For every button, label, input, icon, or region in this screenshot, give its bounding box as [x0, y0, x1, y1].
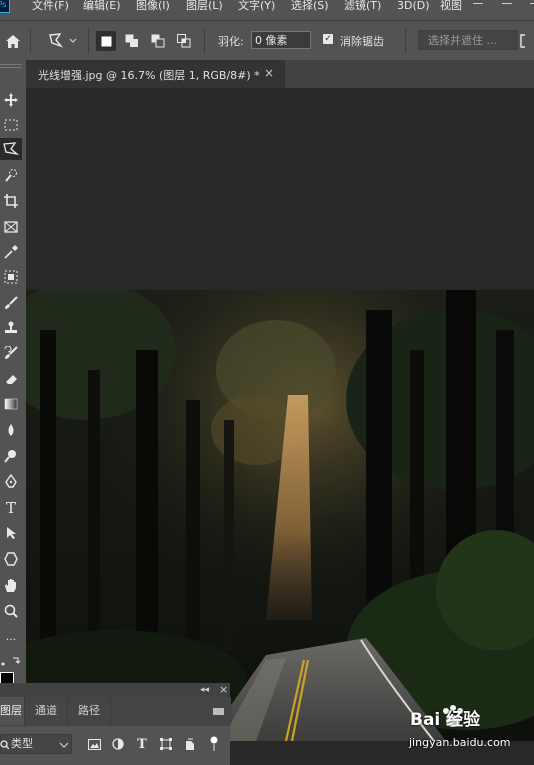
type-layer-filter-icon[interactable]: T — [134, 736, 150, 752]
panel-menu-icon[interactable] — [213, 708, 224, 715]
marquee-tool-icon[interactable] — [0, 114, 22, 136]
baidu-jingyan-watermark: Bai 经验 jingyan.baidu.com — [405, 705, 530, 753]
tab-paths[interactable]: 路径 — [67, 697, 110, 725]
shape-tool-icon[interactable] — [0, 548, 22, 570]
menu-type[interactable]: 文字(Y) — [238, 0, 275, 14]
eraser-tool-icon[interactable] — [0, 368, 22, 390]
feather-label: 羽化: — [218, 35, 244, 48]
document-tab-title: 光线增强.jpg @ 16.7% (图层 1, RGB/8#) * — [38, 69, 260, 82]
watermark-url: jingyan.baidu.com — [409, 736, 511, 749]
smart-object-filter-icon[interactable] — [182, 736, 198, 752]
pixel-layer-filter-icon[interactable] — [86, 736, 102, 752]
gradient-tool-icon[interactable] — [0, 393, 22, 415]
more-tools-icon[interactable]: ... — [0, 626, 22, 648]
layer-filter-row: 类型 T — [0, 725, 230, 762]
anti-alias-checkbox[interactable]: ✓ — [323, 34, 333, 44]
layer-kind-select[interactable]: 类型 — [0, 734, 72, 754]
type-tool-icon[interactable]: T — [0, 497, 22, 519]
forest-road-photo[interactable] — [26, 290, 534, 741]
home-icon[interactable] — [3, 31, 23, 51]
pen-tool-icon[interactable] — [0, 470, 22, 492]
search-icon — [0, 740, 9, 749]
hand-tool-icon[interactable] — [0, 574, 22, 596]
eyedropper-tool-icon[interactable] — [0, 241, 22, 263]
anti-alias-label: 消除锯齿 — [340, 35, 384, 48]
chevron-down-icon — [59, 742, 69, 748]
menu-layer[interactable]: 图层(L) — [186, 0, 223, 14]
dodge-tool-icon[interactable] — [0, 445, 22, 467]
path-selection-tool-icon[interactable] — [0, 522, 22, 544]
quick-selection-tool-icon[interactable] — [0, 164, 22, 186]
clone-stamp-tool-icon[interactable] — [0, 317, 22, 339]
adjustment-layer-filter-icon[interactable] — [110, 736, 126, 752]
separator — [30, 29, 31, 53]
history-brush-tool-icon[interactable] — [0, 342, 22, 364]
menu-view[interactable]: 视图 — [440, 0, 462, 14]
document-tab-bar: 光线增强.jpg @ 16.7% (图层 1, RGB/8#) * × — [26, 60, 534, 88]
separator — [88, 29, 89, 53]
separator — [204, 29, 205, 53]
photoshop-logo: Ps — [0, 0, 10, 13]
move-tool-icon[interactable] — [0, 89, 22, 111]
menu-filter[interactable]: 滤镜(T) — [344, 0, 381, 14]
layer-kind-label: 类型 — [11, 737, 33, 750]
options-bar: 羽化: 0 像素 ✓ 消除锯齿 选择并遮住 ... — [0, 20, 534, 61]
document-tab[interactable]: 光线增强.jpg @ 16.7% (图层 1, RGB/8#) * × — [26, 60, 285, 88]
restore-icon[interactable] — [496, 0, 518, 9]
menu-bar: Ps 文件(F) 编辑(E) 图像(I) 图层(L) 文字(Y) 选择(S) 滤… — [0, 0, 534, 20]
swap-colors-icon[interactable] — [1, 656, 21, 668]
polygonal-lasso-icon — [49, 33, 77, 48]
blur-tool-icon[interactable] — [0, 419, 22, 441]
add-to-selection-button[interactable] — [122, 31, 142, 51]
minimize-icon[interactable] — [467, 0, 489, 9]
tab-channels[interactable]: 通道 — [24, 697, 67, 725]
menu-select[interactable]: 选择(S) — [291, 0, 329, 14]
panel-header: ◂◂ × — [0, 683, 230, 697]
brush-tool-icon[interactable] — [0, 292, 22, 314]
menu-file[interactable]: 文件(F) — [32, 0, 69, 14]
lasso-tool-icon[interactable] — [0, 138, 22, 160]
menu-image[interactable]: 图像(I) — [136, 0, 170, 14]
tab-layers[interactable]: 图层 — [0, 697, 24, 725]
close-panel-icon[interactable]: × — [219, 683, 228, 697]
toolbar-grip[interactable] — [0, 64, 22, 68]
intersect-selection-button[interactable] — [174, 31, 194, 51]
zoom-tool-icon[interactable] — [0, 600, 22, 622]
healing-brush-tool-icon[interactable] — [0, 266, 22, 288]
subtract-from-selection-button[interactable] — [148, 31, 168, 51]
watermark-brand: Bai 经验 — [410, 710, 481, 730]
menu-3d[interactable]: 3D(D) — [397, 0, 430, 14]
menu-edit[interactable]: 编辑(E) — [83, 0, 121, 14]
separator — [405, 29, 406, 53]
select-and-mask-button[interactable]: 选择并遮住 ... — [418, 30, 518, 50]
shape-layer-filter-icon[interactable] — [158, 736, 174, 752]
tool-preset-picker[interactable] — [48, 31, 78, 51]
close-window-icon[interactable] — [524, 0, 534, 9]
crop-tool-icon[interactable] — [0, 190, 22, 212]
collapse-panel-icon[interactable]: ◂◂ — [200, 683, 209, 697]
frame-tool-icon[interactable] — [0, 216, 22, 238]
layers-panel: ◂◂ × 图层 通道 路径 类型 T — [0, 683, 231, 765]
close-tab-icon[interactable]: × — [264, 66, 274, 80]
toolbar: T ... — [0, 60, 26, 765]
panel-options-icon[interactable] — [512, 31, 534, 51]
filter-toggle-icon[interactable] — [206, 736, 222, 752]
feather-input[interactable]: 0 像素 — [251, 31, 311, 49]
new-selection-button[interactable] — [96, 31, 116, 51]
